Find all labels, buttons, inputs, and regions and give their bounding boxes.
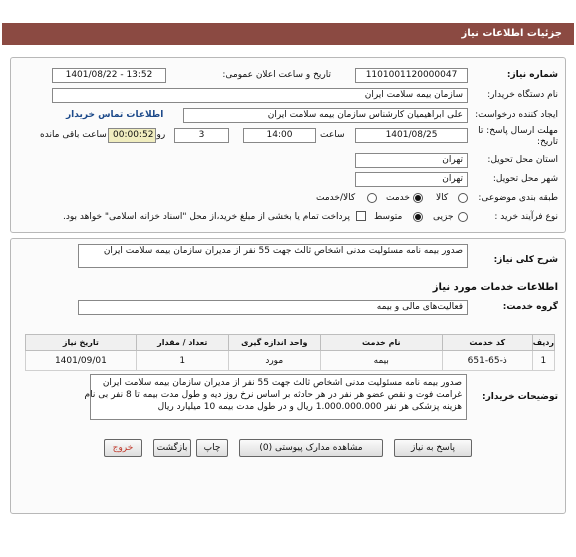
exit-button[interactable]: خروج [104,439,142,457]
services-table: ردیف کد خدمت نام خدمت واحد اندازه گیری ت… [25,334,556,371]
remaining-time-label: ساعت باقی مانده [40,130,107,140]
cell-need-date: 1401/09/01 [25,350,137,371]
buyer-notes-line: غرامت فوت و نقص عضو هر نفر در هر حادثه ب… [84,390,462,400]
category-goods-radio[interactable] [458,193,468,203]
process-medium-radio[interactable] [413,212,423,222]
back-button[interactable]: بازگشت [153,439,191,457]
print-button[interactable]: چاپ [196,439,228,457]
page-header: جزئیات اطلاعات نیاز [2,23,574,45]
info-panel [10,57,566,233]
category-both-radio[interactable] [367,193,377,203]
services-table-wrapper: ردیف کد خدمت نام خدمت واحد اندازه گیری ت… [25,334,556,371]
col-need-date: تاریخ نیاز [25,334,137,351]
treasury-note: پرداخت تمام یا بخشی از مبلغ خرید،از محل … [62,212,350,222]
deadline-label: مهلت ارسال پاسخ: تا [478,126,558,136]
col-service-name: نام خدمت [319,334,443,351]
process-minor-radio[interactable] [458,212,468,222]
buyer-notes-line: صدور بیمه نامه مسئولیت مدنی اشخاص ثالث ج… [102,378,462,388]
services-section-title: اطلاعات خدمات مورد نیاز [432,282,558,293]
province-label: استان محل تحویل: [487,155,558,165]
buyer-label: نام دستگاه خریدار: [487,90,558,100]
service-group-label: گروه خدمت: [502,302,558,312]
summary-field: صدور بیمه نامه مسئولیت مدنی اشخاص ثالث ج… [78,244,468,268]
deadline-days-field: 3 [174,128,229,143]
attachments-button[interactable]: مشاهده مدارک پیوستی (0) [239,439,383,457]
buyer-field: سازمان بیمه سلامت ایران [52,88,468,103]
treasury-checkbox[interactable] [356,211,366,221]
deadline-label-date: تاریخ: [537,137,558,147]
process-minor-label: جزیی [433,212,454,222]
cell-service-code: ذ-65-651 [441,350,533,371]
buyer-notes-box: صدور بیمه نامه مسئولیت مدنی اشخاص ثالث ج… [84,374,467,420]
need-number-label: شماره نیاز: [506,70,558,80]
service-group-field: فعالیت‌های مالی و بیمه [78,300,468,315]
process-medium-label: متوسط [374,212,403,222]
col-service-code: کد خدمت [441,334,533,351]
category-service-radio[interactable] [413,193,423,203]
cell-service-name: بیمه [319,350,443,371]
cell-index: 1 [531,350,556,371]
city-field: تهران [355,172,468,187]
process-label: نوع فرآیند خرید : [494,212,558,222]
reply-button[interactable]: پاسخ به نیاز [394,439,472,457]
category-both-label: کالا/خدمت [316,193,356,203]
buyer-notes-label: توضیحات خریدار: [482,392,558,402]
buyer-contact-link[interactable]: اطلاعات تماس خریدار [66,110,163,120]
table-header-row: ردیف کد خدمت نام خدمت واحد اندازه گیری ت… [25,334,556,351]
col-index: ردیف [531,334,556,351]
category-goods-label: کالا [436,193,449,203]
remaining-time-field: 00:00:52 [108,128,156,143]
announce-field: 1401/08/22 - 13:52 [52,68,166,83]
province-field: تهران [355,153,468,168]
page-title: جزئیات اطلاعات نیاز [461,28,562,39]
col-unit: واحد اندازه گیری [227,334,321,351]
deadline-time-label: ساعت [320,130,345,140]
summary-label: شرح کلی نیاز: [493,255,558,265]
creator-label: ایجاد کننده درخواست: [475,110,558,120]
table-row: 1 ذ-65-651 بیمه مورد 1 1401/09/01 [25,350,556,371]
buyer-notes-line: هزینه پزشکی هر نفر 1.000.000.000 ریال و … [157,402,462,412]
cell-unit: مورد [227,350,321,371]
deadline-time-field: 14:00 [243,128,316,143]
creator-field: علی ابراهیمیان کارشناس سازمان بیمه سلامت… [183,108,468,123]
category-service-label: خدمت [386,193,410,203]
city-label: شهر محل تحویل: [492,174,558,184]
col-quantity: تعداد / مقدار [135,334,229,351]
category-label: طبقه بندی موضوعی: [478,193,558,203]
cell-quantity: 1 [135,350,229,371]
need-number-field: 1101001120000047 [355,68,468,83]
announce-label: تاریخ و ساعت اعلان عمومی: [222,70,331,80]
deadline-date-field: 1401/08/25 [355,128,468,143]
